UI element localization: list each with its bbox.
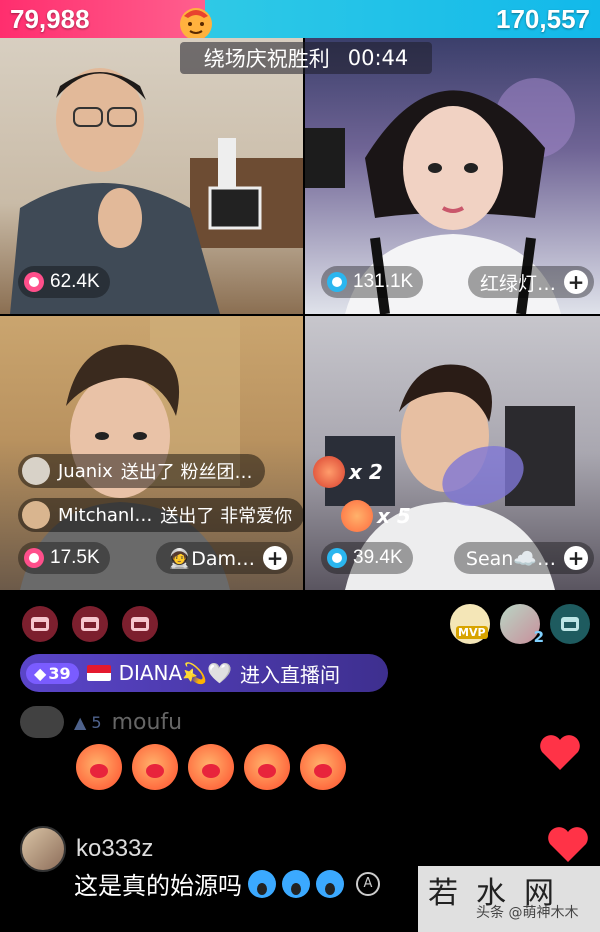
celebration-timer: 绕场庆祝胜利 00:44 xyxy=(180,42,432,74)
kiss-sticker-icon xyxy=(244,744,290,790)
sticker-row xyxy=(76,744,346,790)
combo-count: x 5 xyxy=(377,504,411,528)
like-count-pill: 62.4K xyxy=(18,266,110,298)
user-avatar xyxy=(22,501,50,529)
like-count: 131.1K xyxy=(353,271,414,292)
like-count: 62.4K xyxy=(50,271,100,292)
scream-emoji-icon xyxy=(282,869,310,898)
scream-emoji-icon xyxy=(248,869,276,898)
video-tile-2[interactable]: 131.1K 红绿灯… + xyxy=(305,38,600,314)
blue-heart-icon xyxy=(327,272,347,292)
like-count-pill: 131.1K xyxy=(321,266,424,298)
empty-seat-3[interactable] xyxy=(122,606,158,642)
kiss-sticker-icon xyxy=(188,744,234,790)
pk-left-score: 79,988 xyxy=(10,4,90,34)
video-tile-4[interactable]: x 2 x 5 39.4K Sean☁️… + xyxy=(305,316,600,590)
like-count-pill: 39.4K xyxy=(321,542,413,574)
heart-icon[interactable] xyxy=(546,824,590,864)
pink-heart-icon xyxy=(24,272,44,292)
chair-icon xyxy=(31,617,49,631)
entry-action: 进入直播间 xyxy=(240,662,341,687)
video-tile-3[interactable]: Juanix 送出了 粉丝团… Mitchanl… 送出了 非常爱你 17.5K… xyxy=(0,316,303,590)
pink-heart-icon xyxy=(24,548,44,568)
user-avatar xyxy=(20,706,64,738)
translate-icon[interactable]: A xyxy=(356,871,380,896)
mvp-badge[interactable]: MVP xyxy=(450,604,490,644)
timer-value: 00:44 xyxy=(347,46,409,70)
chat-message-text: 这是真的始源吗 xyxy=(74,872,242,900)
pk-right-score: 170,557 xyxy=(496,4,590,34)
diamond-icon: ◆ xyxy=(34,663,47,683)
like-count: 17.5K xyxy=(50,547,100,568)
chat-message: 这是真的始源吗 A xyxy=(74,866,380,901)
user-level-badge: ◆ 39 xyxy=(26,662,79,684)
gift-notice: Mitchanl… 送出了 非常爱你 xyxy=(18,498,303,532)
combo-count: x 2 xyxy=(349,460,383,484)
gift-icon xyxy=(341,500,373,532)
watermark: 若水网 头条 @萌神木木 xyxy=(418,866,600,932)
empty-seat-2[interactable] xyxy=(72,606,108,642)
comment-username: moufu xyxy=(111,709,183,735)
chair-icon xyxy=(561,617,579,631)
user-entry-banner: ◆ 39 DIANA💫🤍 进入直播间 xyxy=(20,654,388,692)
gift-text: 送出了 非常爱你 xyxy=(160,506,293,527)
video-tile-1[interactable]: 62.4K xyxy=(0,38,303,314)
timer-label: 绕场庆祝胜利 xyxy=(203,47,330,71)
user-avatar[interactable] xyxy=(20,826,66,872)
chair-icon xyxy=(81,617,99,631)
gift-notice: Juanix 送出了 粉丝团… xyxy=(18,454,265,488)
kiss-sticker-icon xyxy=(132,744,178,790)
streamer-name: 红绿灯… xyxy=(479,272,556,295)
victory-emoji-icon xyxy=(180,8,212,40)
gift-icon xyxy=(313,456,345,488)
follow-plus-icon[interactable]: + xyxy=(564,270,588,294)
level-number: 39 xyxy=(48,663,71,683)
like-count-pill: 17.5K xyxy=(18,542,110,574)
streamer-name-pill[interactable]: Sean☁️… + xyxy=(453,542,594,574)
top-viewer-avatar[interactable]: 2 xyxy=(500,604,544,646)
watermark-author: 头条 @萌神木木 xyxy=(476,905,579,921)
chat-username[interactable]: ko333z xyxy=(76,835,153,863)
mvp-label: MVP xyxy=(456,626,488,639)
follow-plus-icon[interactable]: + xyxy=(564,546,588,570)
follow-plus-icon[interactable]: + xyxy=(263,546,287,570)
faded-comment: ▲ 5 moufu xyxy=(20,706,182,738)
streamer-name-pill[interactable]: 🧑‍🚀Dam… + xyxy=(155,542,293,574)
gift-text: 送出了 粉丝团… xyxy=(120,462,253,483)
blue-heart-icon xyxy=(327,548,347,568)
streamer-name: Sean☁️… xyxy=(465,547,556,570)
gift-combo: x 2 xyxy=(313,456,383,488)
kiss-sticker-icon xyxy=(76,744,122,790)
streamer-name-pill[interactable]: 红绿灯… + xyxy=(467,266,594,298)
empty-seat-4[interactable] xyxy=(550,604,590,644)
user-avatar xyxy=(22,457,50,485)
empty-seat-1[interactable] xyxy=(22,606,58,642)
streamer-name: 🧑‍🚀Dam… xyxy=(167,547,255,570)
entry-username: DIANA💫🤍 xyxy=(118,661,233,685)
user-level: ▲ 5 xyxy=(74,712,102,732)
kiss-sticker-icon xyxy=(300,744,346,790)
gift-sender: Mitchanl… xyxy=(58,504,153,526)
like-count: 39.4K xyxy=(353,547,403,568)
singapore-flag-icon xyxy=(86,665,111,681)
chair-icon xyxy=(131,617,149,631)
heart-icon[interactable] xyxy=(538,732,582,772)
seat-rank: 2 xyxy=(533,628,544,646)
gift-combo: x 5 xyxy=(341,500,411,532)
gift-sender: Juanix xyxy=(58,460,113,482)
scream-emoji-icon xyxy=(316,869,344,898)
